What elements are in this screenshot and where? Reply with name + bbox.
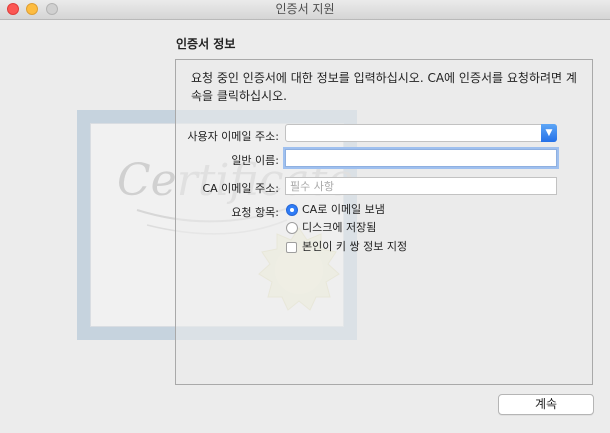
option-email-ca[interactable]: CA로 이메일 보냄: [286, 203, 385, 219]
checkbox-icon[interactable]: [286, 241, 297, 253]
request-label: 요청 항목:: [231, 206, 279, 219]
form-panel-overlay: [175, 59, 593, 385]
user-email-label: 사용자 이메일 주소:: [187, 130, 279, 143]
option-save-disk[interactable]: 디스크에 저장됨: [286, 221, 376, 237]
ca-email-label: CA 이메일 주소:: [202, 182, 279, 195]
keypair-checkbox-row[interactable]: 본인이 키 쌍 정보 지정: [286, 240, 407, 256]
common-name-label: 일반 이름:: [231, 154, 279, 167]
user-email-combobox[interactable]: ▼: [285, 124, 557, 142]
window-title: 인증서 지원: [275, 2, 335, 16]
option-save-disk-label: 디스크에 저장됨: [302, 221, 377, 234]
radio-unselected-icon[interactable]: [286, 222, 298, 234]
common-name-input[interactable]: [285, 149, 557, 167]
section-title: 인증서 정보: [176, 37, 236, 51]
radio-selected-icon[interactable]: [286, 204, 298, 216]
continue-button[interactable]: 계속: [498, 394, 594, 415]
ca-email-input[interactable]: [285, 177, 557, 195]
chevron-down-icon[interactable]: ▼: [541, 124, 557, 142]
title-bar: 인증서 지원: [0, 0, 610, 20]
intro-text: 요청 중인 인증서에 대한 정보를 입력하십시오. CA에 인증서를 요청하려면…: [191, 71, 577, 103]
option-email-ca-label: CA로 이메일 보냄: [302, 203, 385, 216]
keypair-checkbox-label: 본인이 키 쌍 정보 지정: [302, 240, 408, 253]
